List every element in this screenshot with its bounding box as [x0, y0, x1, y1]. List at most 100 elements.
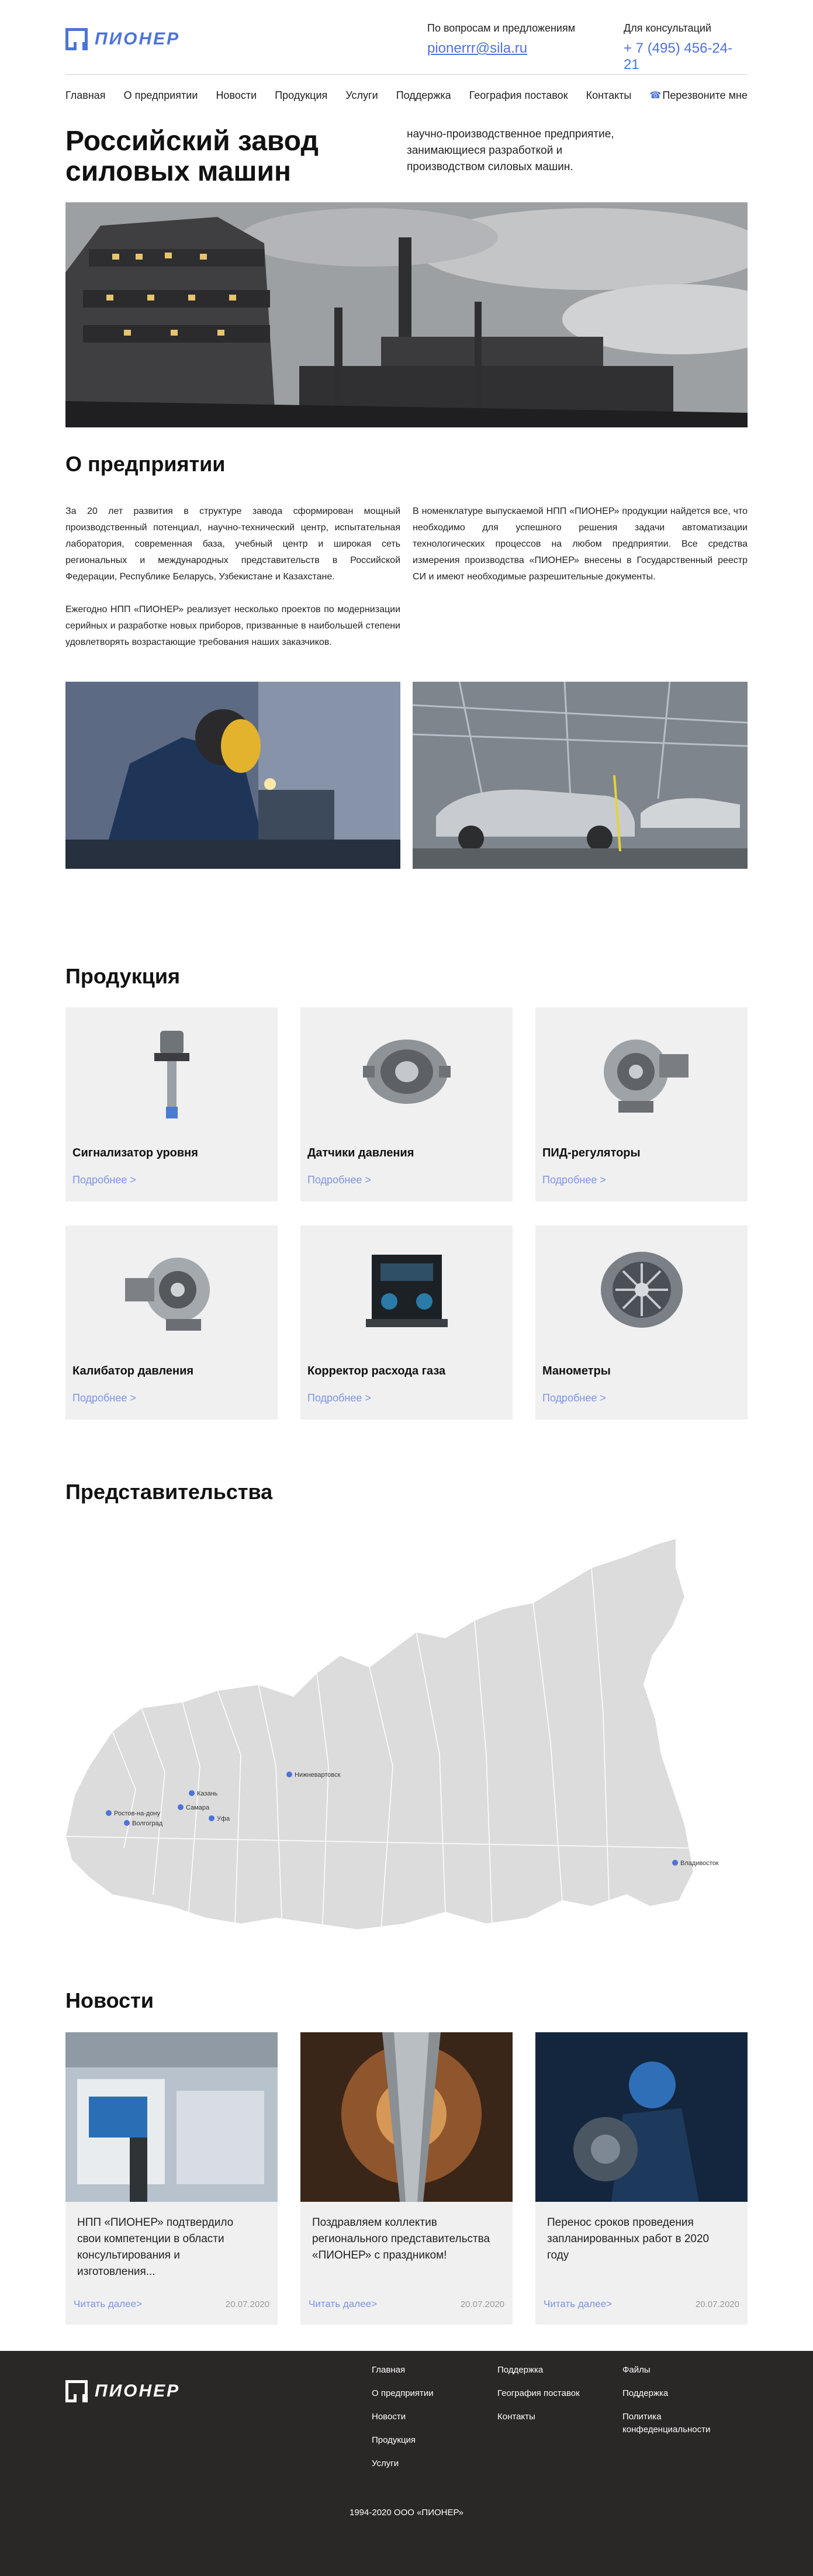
welder-photo [65, 682, 400, 869]
site-logo[interactable]: ПИОНЕР [65, 28, 180, 50]
news-read-more-link[interactable]: Читать далее> [74, 2298, 142, 2310]
news-photo [535, 2032, 748, 2202]
news-card[interactable]: НПП «ПИОНЕР» подтвердило свои компетенци… [65, 2032, 278, 2325]
turbine-icon [600, 1252, 683, 1328]
product-name: ПИД-регуляторы [542, 1147, 641, 1159]
product-card[interactable]: Калибатор давления Подробнее > [65, 1225, 278, 1420]
city-label: Волгоград [132, 1820, 163, 1827]
product-name: Калибатор давления [72, 1365, 194, 1377]
about-paragraph-3: В номенклатуре выпускаемой НПП «ПИОНЕР» … [413, 506, 748, 582]
footer-link-about[interactable]: О предприятии [372, 2387, 434, 2400]
product-name: Манометры [542, 1365, 611, 1377]
product-more-link[interactable]: Подробнее > [72, 1392, 136, 1404]
contact-phone-block: Для консультаций + 7 (495) 456-24-21 [624, 22, 748, 73]
footer-link-home[interactable]: Главная [372, 2364, 434, 2377]
footer-link-support[interactable]: Поддержка [497, 2364, 580, 2377]
site-footer: ПИОНЕР Главная О предприятии Новости Про… [0, 2351, 813, 2576]
product-more-link[interactable]: Подробнее > [72, 1174, 136, 1186]
product-card[interactable]: Манометры Подробнее > [535, 1225, 748, 1420]
news-card[interactable]: Поздравляем коллектив регионального пред… [300, 2032, 513, 2325]
products-section: Продукция Сигнализатор уровня Подробнее … [65, 964, 748, 1480]
about-left-column: За 20 лет развития в структуре завода сф… [65, 503, 400, 651]
footer-link-geography[interactable]: География поставок [497, 2387, 580, 2400]
news-text: Перенос сроков проведения запланированны… [547, 2216, 710, 2261]
footer-link-news[interactable]: Новости [372, 2411, 434, 2423]
news-card[interactable]: Перенос сроков проведения запланированны… [535, 2032, 748, 2325]
footer-logo[interactable]: ПИОНЕР [65, 2380, 180, 2402]
hero-title: Российский завод силовых машин [65, 126, 319, 187]
footer-column: Файлы Поддержка Политика конфеденциально… [622, 2364, 728, 2447]
contact-email-block: По вопросам и предложениям pionerrr@sila… [427, 22, 575, 57]
product-name: Корректор расхода газа [307, 1365, 446, 1377]
russia-map: Нижневартовск Казань Самара Уфа Ростов-н… [65, 1537, 719, 1931]
factory-photo [65, 202, 748, 427]
pressure-sensor-icon [362, 1040, 451, 1104]
news-text: НПП «ПИОНЕР» подтвердило свои компетенци… [77, 2216, 234, 2278]
city-label: Казань [197, 1790, 218, 1797]
product-card[interactable]: ПИД-регуляторы Подробнее > [535, 1007, 748, 1201]
nav-item-about[interactable]: О предприятии [124, 89, 198, 102]
logo-text: ПИОНЕР [95, 29, 181, 49]
city-label: Уфа [217, 1815, 230, 1822]
nav-item-contacts[interactable]: Контакты [586, 89, 632, 102]
logo-icon [65, 2380, 88, 2402]
nav-item-support[interactable]: Поддержка [396, 89, 451, 102]
consult-label: Для консультаций [624, 22, 712, 34]
nav-item-geography[interactable]: География поставок [469, 89, 568, 102]
footer-link-services[interactable]: Услуги [372, 2457, 434, 2470]
product-card[interactable]: Сигнализатор уровня Подробнее > [65, 1007, 278, 1201]
phone-link[interactable]: + 7 (495) 456-24-21 [624, 40, 748, 73]
news-date: 20.07.2020 [695, 2299, 739, 2309]
logo-icon [65, 28, 88, 50]
city-label: Ростов-на-дону [114, 1810, 160, 1817]
phone-icon [649, 89, 661, 101]
nav-item-products[interactable]: Продукция [275, 89, 327, 102]
product-more-link[interactable]: Подробнее > [542, 1392, 606, 1404]
nav-item-news[interactable]: Новости [216, 89, 257, 102]
footer-link-support-2[interactable]: Поддержка [622, 2387, 728, 2400]
representations-title: Представительства [65, 1480, 273, 1504]
about-right-column: В номенклатуре выпускаемой НПП «ПИОНЕР» … [413, 503, 748, 585]
footer-link-contacts[interactable]: Контакты [497, 2411, 580, 2423]
hero: Российский завод силовых машин научно-пр… [65, 116, 748, 202]
product-name: Датчики давления [307, 1147, 414, 1159]
product-more-link[interactable]: Подробнее > [542, 1174, 606, 1186]
level-sensor-icon [154, 1031, 189, 1118]
factory-illustration [65, 202, 748, 427]
main-nav: Главная О предприятии Новости Продукция … [65, 75, 748, 116]
hero-title-line2: силовых машин [65, 156, 291, 187]
about-paragraph-1: За 20 лет развития в структуре завода сф… [65, 506, 400, 582]
nav-item-home[interactable]: Главная [65, 89, 106, 102]
news-date: 20.07.2020 [460, 2299, 504, 2309]
product-more-link[interactable]: Подробнее > [307, 1174, 371, 1186]
callback-button[interactable]: Перезвоните мне [649, 89, 748, 102]
footer-column: Главная О предприятии Новости Продукция … [372, 2364, 434, 2481]
products-title: Продукция [65, 964, 180, 988]
footer-link-products[interactable]: Продукция [372, 2434, 434, 2447]
callback-label: Перезвоните мне [662, 89, 748, 101]
news-photo [65, 2032, 278, 2202]
product-more-link[interactable]: Подробнее > [307, 1392, 371, 1404]
page: ПИОНЕР По вопросам и предложениям pioner… [0, 0, 813, 2576]
news-photo [300, 2032, 513, 2202]
nav-item-services[interactable]: Услуги [345, 89, 378, 102]
about-title: О предприятии [65, 452, 226, 476]
footer-link-files[interactable]: Файлы [622, 2364, 728, 2377]
about-paragraph-2: Ежегодно НПП «ПИОНЕР» реализует нескольк… [65, 605, 400, 647]
footer-link-privacy[interactable]: Политика конфеденциальности [622, 2411, 728, 2436]
news-read-more-link[interactable]: Читать далее> [544, 2298, 612, 2310]
news-section: Новости НПП «ПИОНЕР» подтвердило свои ко… [65, 1988, 748, 2351]
news-date: 20.07.2020 [225, 2299, 269, 2309]
hero-description: научно-производственное предприятие, зан… [407, 128, 614, 173]
questions-label: По вопросам и предложениям [427, 22, 576, 34]
site-header: ПИОНЕР По вопросам и предложениям pioner… [65, 0, 748, 75]
footer-column: Поддержка География поставок Контакты [497, 2364, 580, 2434]
product-card[interactable]: Датчики давления Подробнее > [300, 1007, 513, 1201]
logo-text: ПИОНЕР [95, 2381, 181, 2401]
hero-title-line1: Российский завод [65, 126, 319, 157]
city-label: Нижневартовск [295, 1772, 341, 1779]
news-read-more-link[interactable]: Читать далее> [309, 2298, 377, 2310]
email-link[interactable]: pionerrr@sila.ru [427, 40, 575, 57]
product-card[interactable]: Корректор расхода газа Подробнее > [300, 1225, 513, 1420]
engine-icon [365, 1255, 448, 1327]
